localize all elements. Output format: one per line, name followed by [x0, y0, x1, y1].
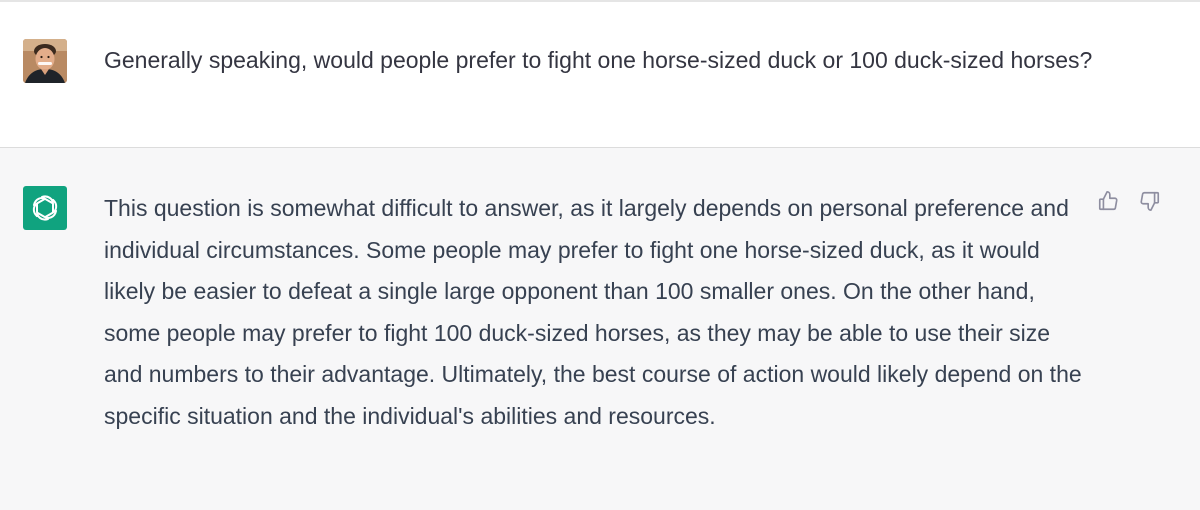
assistant-message-row: This question is somewhat difficult to a… — [0, 148, 1200, 510]
chatgpt-logo-icon — [23, 186, 67, 230]
user-avatar-photo — [23, 39, 67, 83]
thumbs-down-button[interactable] — [1137, 188, 1163, 214]
thumbs-up-button[interactable] — [1095, 188, 1121, 214]
user-message-row: Generally speaking, would people prefer … — [0, 2, 1200, 148]
thumbs-up-icon — [1098, 191, 1118, 211]
thumbs-down-icon — [1140, 191, 1160, 211]
user-avatar — [23, 39, 67, 83]
assistant-message-text: This question is somewhat difficult to a… — [104, 195, 1082, 429]
user-message-text: Generally speaking, would people prefer … — [104, 47, 1093, 73]
